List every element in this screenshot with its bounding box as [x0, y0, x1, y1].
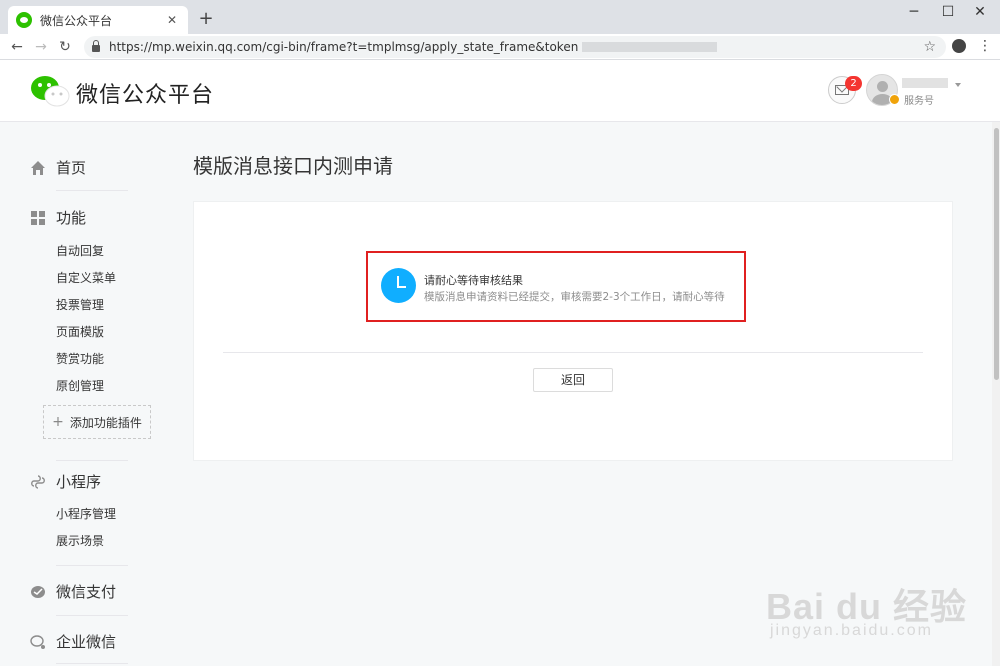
clock-icon	[381, 268, 416, 303]
lock-icon	[92, 40, 100, 52]
sidebar-section-label: 企业微信	[56, 633, 117, 651]
scrollbar-thumb[interactable]	[994, 128, 999, 380]
add-plugin-label: 添加功能插件	[69, 415, 142, 430]
sidebar-item-custom-menu[interactable]: 自定义菜单	[56, 269, 116, 286]
divider	[56, 460, 128, 461]
maximize-icon[interactable]: ☐	[938, 4, 958, 20]
sidebar-item-vote[interactable]: 投票管理	[56, 296, 104, 313]
account-type-label: 服务号	[904, 96, 934, 107]
sidebar-section-label: 微信支付	[56, 583, 117, 601]
browser-tab[interactable]: 微信公众平台 ✕	[8, 6, 188, 34]
sidebar-section-label: 功能	[56, 209, 87, 227]
divider	[56, 615, 128, 616]
sidebar-item-auto-reply[interactable]: 自动回复	[56, 242, 104, 259]
reload-icon[interactable]: ↻	[56, 38, 74, 56]
forward-arrow-icon[interactable]: →	[32, 38, 50, 56]
plus-icon: +	[52, 414, 64, 430]
new-tab-button[interactable]: +	[196, 9, 216, 29]
sidebar-item-original[interactable]: 原创管理	[56, 377, 104, 394]
divider	[56, 663, 128, 664]
close-tab-icon[interactable]: ✕	[164, 13, 180, 27]
sidebar-section-wechat-pay[interactable]: 微信支付	[30, 581, 116, 602]
wechat-favicon-icon	[16, 12, 32, 28]
sidebar-section-label: 小程序	[56, 473, 102, 491]
sidebar-item-miniprogram-manage[interactable]: 小程序管理	[56, 505, 116, 522]
enterprise-wechat-icon	[30, 634, 45, 649]
notice-title: 请耐心等待审核结果	[424, 274, 523, 287]
browser-toolbar: ← → ↻ https://mp.weixin.qq.com/cgi-bin/f…	[0, 34, 1000, 60]
bookmark-star-icon[interactable]: ☆	[923, 39, 936, 55]
browser-menu-icon[interactable]: ⋮	[978, 37, 992, 55]
browser-tab-strip: 微信公众平台 ✕ + ─ ☐ ✕	[0, 0, 1000, 34]
back-button[interactable]: 返回	[533, 368, 613, 392]
close-window-icon[interactable]: ✕	[970, 4, 990, 20]
page-header: 微信公众平台	[0, 60, 1000, 122]
content-card	[193, 201, 953, 461]
url-text: https://mp.weixin.qq.com/cgi-bin/frame?t…	[109, 40, 579, 54]
wechat-pay-icon	[31, 585, 45, 598]
sidebar-item-label: 首页	[56, 159, 87, 177]
address-bar[interactable]: https://mp.weixin.qq.com/cgi-bin/frame?t…	[84, 36, 946, 58]
baidu-watermark-url: jingyan.baidu.com	[770, 622, 933, 639]
page-title: 模版消息接口内测申请	[193, 154, 393, 178]
tab-title: 微信公众平台	[40, 13, 113, 28]
verified-badge-icon	[889, 94, 900, 105]
back-arrow-icon[interactable]: ←	[8, 38, 26, 56]
home-icon	[31, 160, 45, 175]
sidebar: 首页 功能 自动回复 自定义菜单 投票管理 页面模版 赞赏功能 原创管理 + 添…	[0, 122, 170, 666]
account-dropdown-icon[interactable]	[955, 83, 961, 87]
sidebar-section-miniprogram[interactable]: 小程序	[30, 471, 101, 492]
sidebar-item-home[interactable]: 首页	[30, 157, 86, 178]
status-notice-highlight	[366, 251, 746, 322]
platform-title[interactable]: 微信公众平台	[76, 77, 214, 109]
minimize-icon[interactable]: ─	[904, 4, 924, 20]
miniprogram-icon	[31, 474, 45, 489]
notice-description: 模版消息申请资料已经提交，审核需要2-3个工作日，请耐心等待	[424, 291, 725, 303]
sidebar-section-features[interactable]: 功能	[30, 207, 86, 228]
sidebar-section-enterprise-wechat[interactable]: 企业微信	[30, 631, 116, 652]
divider	[56, 565, 128, 566]
divider	[223, 352, 923, 353]
add-plugin-button[interactable]: + 添加功能插件	[43, 405, 151, 439]
url-token-redacted	[582, 42, 718, 52]
grid-icon	[31, 210, 45, 225]
divider	[56, 190, 128, 191]
sidebar-item-reward[interactable]: 赞赏功能	[56, 350, 104, 367]
message-count-badge: 2	[845, 76, 862, 91]
sidebar-item-display-scene[interactable]: 展示场景	[56, 532, 104, 549]
wechat-logo-icon[interactable]	[30, 75, 70, 107]
sidebar-item-page-template[interactable]: 页面模版	[56, 323, 104, 340]
account-name-redacted	[902, 78, 948, 88]
profile-icon[interactable]	[952, 39, 966, 53]
